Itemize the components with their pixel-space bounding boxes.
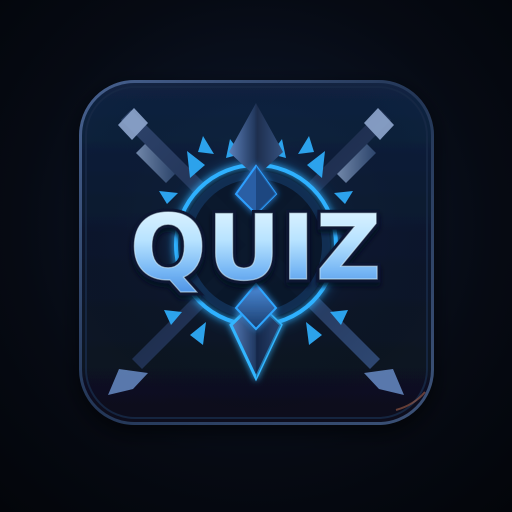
quiz-title: QUIZ QUIZ: [126, 193, 384, 305]
quiz-label-highlight: QUIZ: [130, 196, 382, 301]
quiz-app-icon: QUIZ QUIZ: [79, 80, 434, 425]
icon-canvas: QUIZ QUIZ: [0, 0, 512, 512]
